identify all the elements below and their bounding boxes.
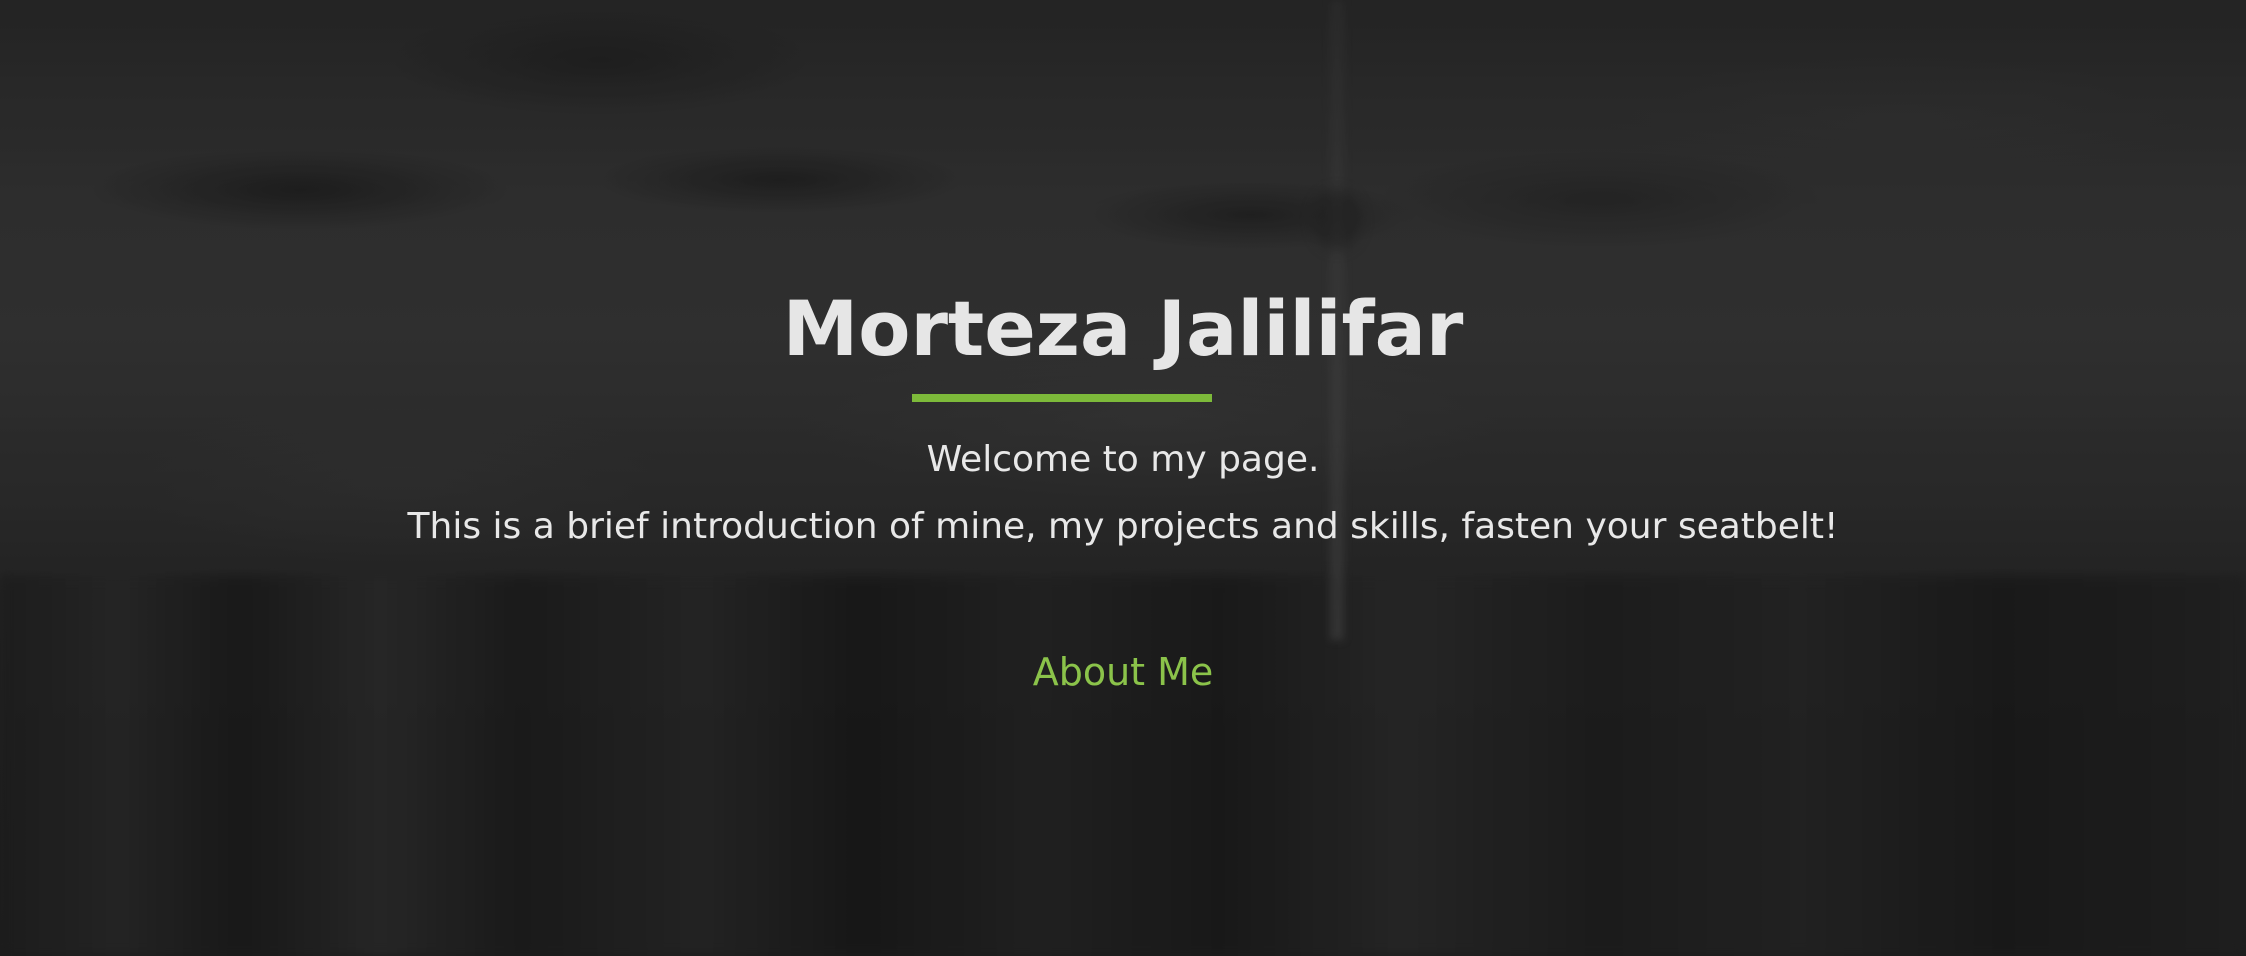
welcome-text: Welcome to my page. xyxy=(926,439,1320,480)
about-me-link[interactable]: About Me xyxy=(0,647,2246,697)
intro-text: This is a brief introduction of mine, my… xyxy=(407,506,1839,547)
hero-section: Morteza Jalilifar Welcome to my page. Th… xyxy=(0,0,2246,956)
about-me-label[interactable]: About Me xyxy=(1033,650,1214,694)
page-title: Morteza Jalilifar xyxy=(782,284,1464,373)
title-underline xyxy=(912,394,1212,402)
